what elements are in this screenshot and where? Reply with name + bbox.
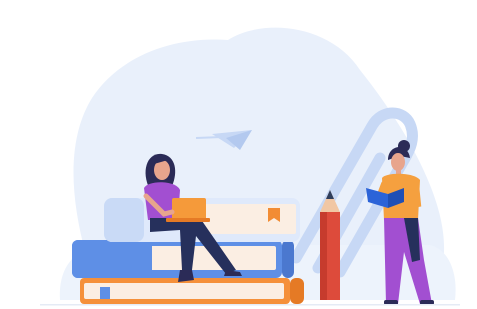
laptop-icon [172, 198, 206, 220]
pencil-icon [320, 190, 340, 300]
ground-line [40, 304, 460, 306]
book-bottom [80, 278, 304, 304]
study-illustration [40, 27, 460, 306]
